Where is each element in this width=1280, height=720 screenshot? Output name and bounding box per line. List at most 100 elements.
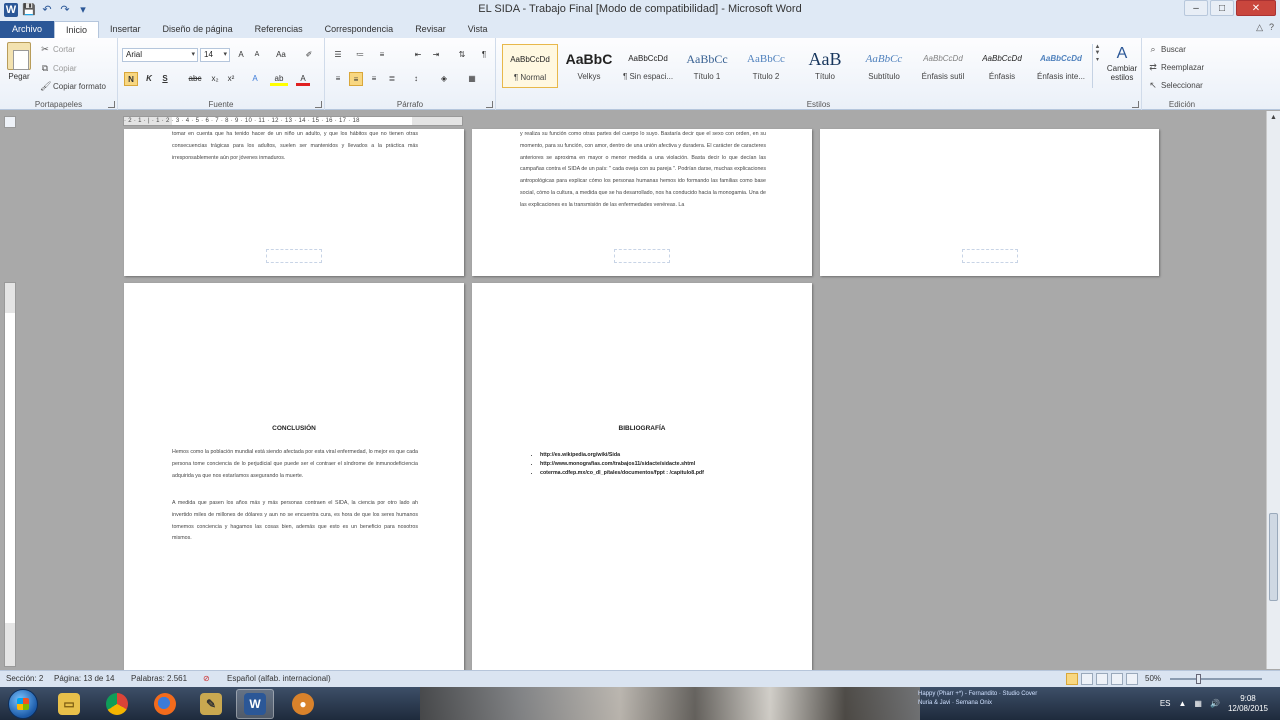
zoom-slider-handle[interactable] [1196, 674, 1201, 684]
minimize-button[interactable]: – [1184, 0, 1208, 16]
tab-diseno-pagina[interactable]: Diseño de página [152, 21, 244, 38]
status-language[interactable]: Español (alfab. internacional) [227, 674, 331, 683]
replace-button[interactable]: ⇄ Reemplazar [1148, 62, 1204, 72]
bibliography-item[interactable]: http://www.monografias.com/trabajos11/si… [540, 460, 800, 469]
full-screen-view-button[interactable] [1081, 673, 1093, 685]
tab-vista[interactable]: Vista [457, 21, 499, 38]
draft-view-button[interactable] [1126, 673, 1138, 685]
underline-button[interactable]: S [158, 72, 172, 86]
word-app-icon[interactable]: W [4, 3, 18, 17]
media-notification[interactable]: Happy (Pharr +*) - Fernandito · Studio C… [918, 690, 1093, 717]
styles-gallery-scroll[interactable]: ▲ ▼ ▾ [1092, 44, 1102, 88]
start-button[interactable] [8, 689, 38, 719]
page-conclusion[interactable]: CONCLUSIÓN Hemos como la población mundi… [124, 283, 464, 670]
style-titulo[interactable]: AaB Título [797, 44, 853, 88]
qat-customize-icon[interactable]: ▾ [76, 3, 90, 17]
clock[interactable]: 9:08 12/08/2015 [1228, 694, 1268, 714]
proofing-icon[interactable]: ⊘ [203, 674, 210, 683]
styles-launcher[interactable] [1132, 101, 1139, 108]
tab-revisar[interactable]: Revisar [404, 21, 457, 38]
taskbar-chrome[interactable] [98, 689, 136, 719]
page-bibliography[interactable]: BIBLIOGRAFÍA http://es.wikipedia.org/wik… [472, 283, 812, 670]
zoom-level[interactable]: 50% [1145, 674, 1161, 683]
tab-archivo[interactable]: Archivo [0, 21, 55, 38]
multilevel-list-icon[interactable]: ≡ [375, 48, 389, 62]
change-styles-button[interactable]: A Cambiar estilos [1104, 44, 1140, 82]
style-enfasis[interactable]: AaBbCcDd Énfasis [974, 44, 1030, 88]
format-painter-button[interactable]: 🖌 Copiar formato [40, 81, 106, 91]
style-enfasis-intenso[interactable]: AaBbCcDd Énfasis inte... [1033, 44, 1089, 88]
language-indicator[interactable]: ES [1160, 699, 1171, 708]
status-words[interactable]: Palabras: 2.561 [131, 674, 187, 683]
help-icon[interactable]: ? [1269, 22, 1274, 33]
style-normal[interactable]: AaBbCcDd ¶ Normal [502, 44, 558, 88]
paste-button[interactable]: Pegar [4, 42, 34, 81]
save-icon[interactable]: 💾 [22, 3, 36, 17]
page-12[interactable]: y realiza su función como otras partes d… [472, 129, 812, 276]
bold-button[interactable]: N [124, 72, 138, 86]
strikethrough-button[interactable]: abc [186, 72, 204, 86]
style-sin-espaciado[interactable]: AaBbCcDd ¶ Sin espaci... [620, 44, 676, 88]
tab-insertar[interactable]: Insertar [99, 21, 152, 38]
tab-inicio[interactable]: Inicio [54, 21, 100, 38]
print-layout-view-button[interactable] [1066, 673, 1078, 685]
taskbar-explorer[interactable]: ▭ [50, 689, 88, 719]
close-button[interactable]: ✕ [1236, 0, 1276, 16]
page-13-top[interactable] [820, 129, 1159, 276]
paragraph-launcher[interactable] [486, 101, 493, 108]
shading-icon[interactable]: ◈ [437, 72, 451, 86]
status-section[interactable]: Sección: 2 [6, 674, 43, 683]
clear-format-button[interactable]: ✐ [302, 48, 316, 62]
vertical-scrollbar[interactable]: ▲ [1266, 111, 1280, 669]
clipboard-launcher[interactable] [108, 101, 115, 108]
cut-button[interactable]: ✂ Cortar [40, 44, 75, 54]
minimize-ribbon-icon[interactable]: △ [1256, 22, 1263, 33]
change-case-button[interactable]: Aa [272, 48, 290, 62]
status-page[interactable]: Página: 13 de 14 [54, 674, 115, 683]
align-center-icon[interactable]: ≡ [349, 72, 363, 86]
tab-correspondencia[interactable]: Correspondencia [314, 21, 405, 38]
copy-button[interactable]: ⧉ Copiar [40, 63, 77, 73]
align-left-icon[interactable]: ≡ [331, 72, 345, 86]
zoom-slider[interactable] [1170, 678, 1262, 680]
outline-view-button[interactable] [1111, 673, 1123, 685]
style-enfasis-sutil[interactable]: AaBbCcDd Énfasis sutil [915, 44, 971, 88]
numbering-icon[interactable]: ≔ [353, 48, 367, 62]
justify-icon[interactable]: ≣ [385, 72, 399, 86]
scroll-up-icon[interactable]: ▲ [1267, 111, 1280, 125]
vertical-ruler[interactable] [4, 282, 16, 667]
taskbar-tool[interactable]: ✎ [192, 689, 230, 719]
subscript-button[interactable]: x₂ [208, 72, 222, 86]
bibliography-item[interactable]: http://es.wikipedia.org/wiki/Sida [540, 451, 800, 460]
font-launcher[interactable] [315, 101, 322, 108]
shrink-font-button[interactable]: A [250, 48, 264, 62]
maximize-button[interactable]: □ [1210, 0, 1234, 16]
scrollbar-thumb[interactable] [1269, 513, 1278, 601]
volume-icon[interactable]: 🔊 [1210, 699, 1220, 708]
borders-icon[interactable]: ▦ [465, 72, 479, 86]
taskbar-firefox[interactable] [146, 689, 184, 719]
select-button[interactable]: ↖ Seleccionar [1148, 80, 1203, 90]
bullets-icon[interactable]: ☰ [331, 48, 345, 62]
undo-icon[interactable]: ↶ [40, 3, 54, 17]
tab-referencias[interactable]: Referencias [244, 21, 314, 38]
increase-indent-icon[interactable]: ⇥ [429, 48, 443, 62]
style-titulo-2[interactable]: AaBbCc Título 2 [738, 44, 794, 88]
redo-icon[interactable]: ↷ [58, 3, 72, 17]
superscript-button[interactable]: x² [224, 72, 238, 86]
find-button[interactable]: ⌕ Buscar [1148, 44, 1185, 54]
decrease-indent-icon[interactable]: ⇤ [411, 48, 425, 62]
font-family-select[interactable]: Arial [122, 48, 198, 62]
font-color-button[interactable]: A [296, 72, 310, 86]
text-effects-button[interactable]: A [248, 72, 262, 86]
taskbar-recorder[interactable]: ● [284, 689, 322, 719]
network-icon[interactable]: ▦ [1194, 699, 1202, 708]
grow-font-button[interactable]: A [234, 48, 248, 62]
horizontal-ruler[interactable]: · 2 · 1 · | · 1 · 2 · 3 · 4 · 5 · 6 · 7 … [123, 116, 463, 126]
style-titulo-1[interactable]: AaBbCc Título 1 [679, 44, 735, 88]
bibliography-item[interactable]: coterma.cdfep.mx/co_dl_p/tales/documento… [540, 469, 800, 478]
line-spacing-icon[interactable]: ↕ [409, 72, 423, 86]
show-marks-button[interactable]: ¶ [477, 48, 491, 62]
tab-selector-button[interactable] [4, 116, 16, 128]
style-subtitulo[interactable]: AaBbCc Subtítulo [856, 44, 912, 88]
